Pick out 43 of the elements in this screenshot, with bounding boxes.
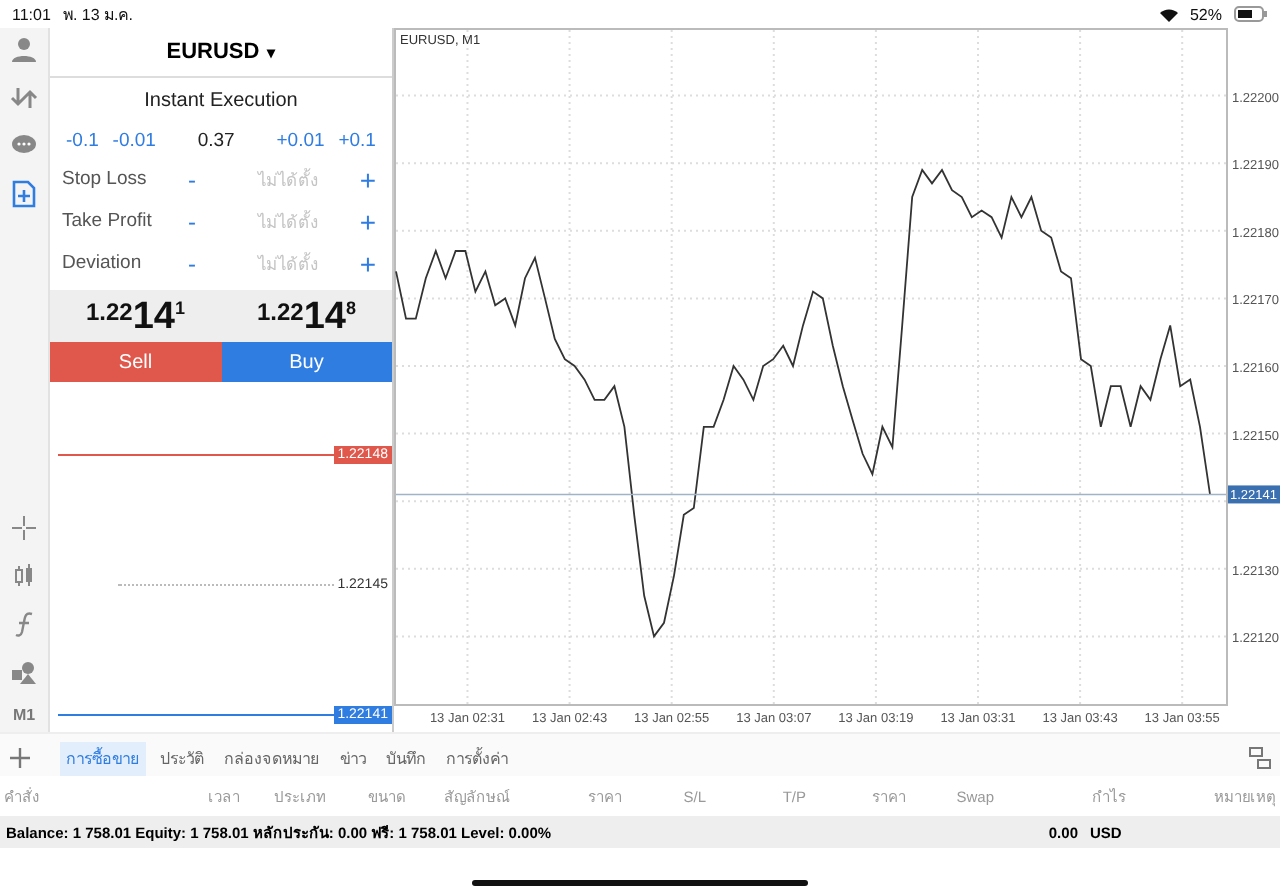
- bottom-tab[interactable]: ข่าว: [334, 741, 372, 775]
- bottom-tab[interactable]: ประวัติ: [154, 741, 210, 775]
- bottom-tab[interactable]: กล่องจดหมาย: [218, 741, 326, 775]
- decrease-button[interactable]: -: [188, 249, 216, 277]
- timeframe-button[interactable]: M1: [12, 706, 36, 732]
- input-field[interactable]: ไม่ได้ตั้ง: [215, 163, 360, 195]
- decrease-button[interactable]: -: [188, 207, 216, 235]
- objects-icon[interactable]: [10, 658, 38, 686]
- transfer-arrows-icon[interactable]: [10, 84, 38, 112]
- account-icon[interactable]: [10, 36, 38, 64]
- panel-layout-icon[interactable]: [1248, 746, 1272, 770]
- bottom-tab[interactable]: บันทึก: [380, 741, 432, 775]
- new-order-icon[interactable]: [10, 180, 38, 208]
- increase-button[interactable]: +: [359, 247, 376, 279]
- volume-step-button[interactable]: +0.1: [338, 129, 376, 151]
- buy-button[interactable]: Buy: [221, 342, 392, 382]
- field-label: Stop Loss: [62, 168, 149, 190]
- symbol-selector[interactable]: EURUSD: [166, 40, 260, 64]
- caret-icon[interactable]: ▾: [267, 43, 276, 61]
- field-label: Take Profit: [62, 210, 154, 232]
- battery-icon: [1234, 6, 1268, 22]
- increase-button[interactable]: +: [359, 205, 376, 237]
- increase-button[interactable]: +: [359, 163, 376, 195]
- candles-icon[interactable]: [10, 562, 38, 590]
- volume-step-button[interactable]: +0.01: [276, 129, 325, 151]
- crosshair-icon[interactable]: [10, 514, 38, 542]
- decrease-button[interactable]: -: [188, 165, 216, 193]
- input-field[interactable]: ไม่ได้ตั้ง: [215, 205, 360, 237]
- field-label: Deviation: [62, 252, 144, 274]
- status-time: 11:01: [12, 5, 51, 23]
- bottom-tab[interactable]: การซื้อขาย: [60, 741, 146, 775]
- sell-button[interactable]: Sell: [50, 342, 221, 382]
- add-icon[interactable]: [8, 746, 32, 770]
- status-date: พ. 13 ม.ค.: [62, 3, 133, 27]
- volume-step-button[interactable]: -0.01: [112, 129, 156, 151]
- volume-value[interactable]: 0.37: [197, 129, 235, 151]
- function-icon[interactable]: [10, 610, 38, 638]
- volume-step-button[interactable]: -0.1: [66, 129, 99, 151]
- bottom-tab[interactable]: การตั้งค่า: [440, 741, 514, 775]
- battery-percent: 52%: [1189, 5, 1222, 23]
- wifi-icon: [1159, 7, 1178, 21]
- input-field[interactable]: ไม่ได้ตั้ง: [215, 247, 360, 279]
- execution-type[interactable]: Instant Execution: [50, 78, 392, 122]
